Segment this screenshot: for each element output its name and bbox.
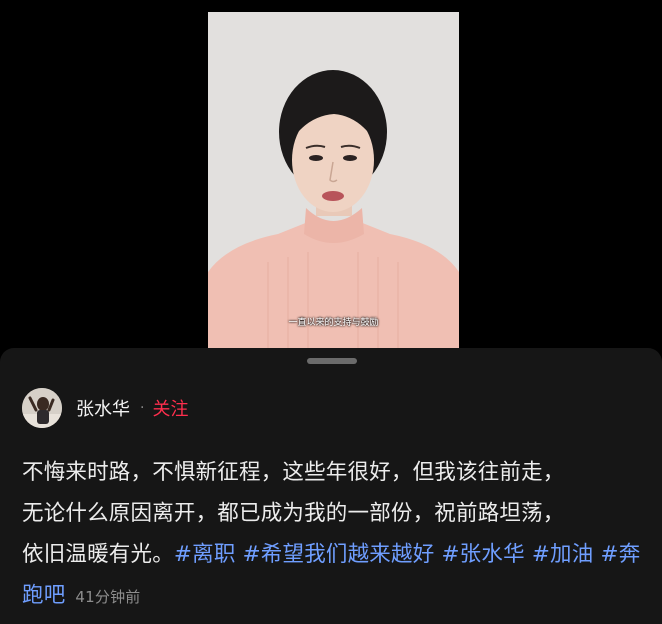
video-frame-image (208, 12, 459, 348)
video-caption: 一直以来的支持与鼓励 (288, 318, 379, 328)
screen: 一直以来的支持与鼓励 张水华 · 关注 不悔来时路，不惧新征程，这些年很好，但我… (0, 0, 662, 624)
separator-dot: · (140, 400, 145, 416)
post-line: 不悔来时路，不惧新征程，这些年很好，但我该往前走， (22, 460, 565, 485)
comment-sheet: 张水华 · 关注 不悔来时路，不惧新征程，这些年很好，但我该往前走， 无论什么原… (0, 348, 662, 624)
avatar[interactable] (22, 388, 62, 428)
post-line: 依旧温暖有光。 (22, 542, 174, 567)
avatar-image (22, 388, 62, 428)
author-name[interactable]: 张水华 (76, 395, 130, 421)
hashtag-link[interactable]: #张水华 (441, 542, 524, 567)
hashtag-link[interactable]: #希望我们越来越好 (243, 542, 435, 567)
video-player[interactable]: 一直以来的支持与鼓励 (208, 12, 459, 348)
hashtag-link[interactable]: #加油 (532, 542, 594, 567)
post-line: 无论什么原因离开，都已成为我的一部份，祝前路坦荡， (22, 501, 565, 526)
hashtag-link[interactable]: #离职 (174, 542, 236, 567)
post-timestamp: 41分钟前 (75, 588, 141, 606)
author-row: 张水华 · 关注 (22, 388, 188, 428)
follow-button[interactable]: 关注 (152, 395, 188, 421)
post-text: 不悔来时路，不惧新征程，这些年很好，但我该往前走， 无论什么原因离开，都已成为我… (22, 452, 652, 618)
sheet-drag-handle[interactable] (307, 358, 357, 364)
